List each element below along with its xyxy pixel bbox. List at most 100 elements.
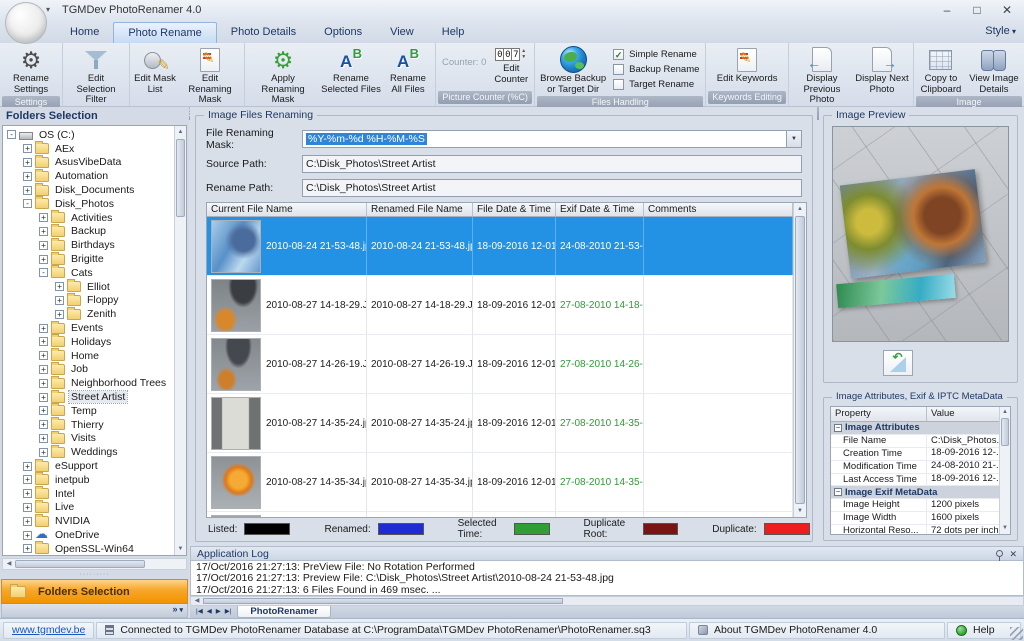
tree-item[interactable]: + NVIDIA (3, 514, 174, 528)
expand-toggle-icon[interactable]: + (39, 420, 48, 429)
scrollbar-thumb[interactable] (1001, 418, 1009, 446)
pin-icon[interactable] (996, 550, 1003, 557)
maximize-button[interactable] (962, 0, 992, 20)
scrollbar-thumb[interactable] (15, 560, 145, 568)
tree-item[interactable]: + Neighborhood Trees (3, 376, 174, 390)
expand-toggle-icon[interactable]: + (39, 337, 48, 346)
table-row[interactable]: 2010-08-24 21-53-48.jpg 2010-08-24 21-53… (207, 217, 793, 276)
tree-item[interactable]: + Visits (3, 432, 174, 446)
tree-item[interactable]: + Holidays (3, 335, 174, 349)
log-horizontal-scrollbar[interactable]: ◀ ▶ (190, 596, 1024, 606)
expand-toggle-icon[interactable]: + (39, 241, 48, 250)
last-tab-icon[interactable] (225, 607, 232, 617)
tree-item[interactable]: + inetpub (3, 473, 174, 487)
quick-access-arrow-icon[interactable]: ▾ (46, 5, 50, 14)
ribbon-tab[interactable]: Photo Details (217, 22, 310, 43)
folders-selection-bar[interactable]: Folders Selection (1, 579, 188, 604)
metadata-row[interactable]: Image Height 1200 pixels (831, 499, 999, 512)
tree-item[interactable]: + Backup (3, 225, 174, 239)
expand-toggle-icon[interactable]: + (39, 448, 48, 457)
expand-toggle-icon[interactable]: + (39, 406, 48, 415)
ribbon-tab[interactable]: Home (56, 22, 113, 43)
tree-item[interactable]: + Disk_Documents (3, 183, 174, 197)
metadata-row[interactable]: Image Width 1600 pixels (831, 512, 999, 525)
combobox-dropdown-icon[interactable]: ▼ (786, 131, 801, 147)
copy-to-clipboard-button[interactable]: Copy to Clipboard (916, 45, 966, 96)
rename-mode-checkbox[interactable]: ✓ Simple Rename (613, 49, 699, 60)
next-tab-icon[interactable] (216, 607, 221, 617)
table-row[interactable]: 2010-08-27 14-35-34.jpg 2010-08-27 14-35… (207, 453, 793, 512)
rename-path-field[interactable]: C:\Disk_Photos\Street Artist (302, 179, 802, 197)
expand-toggle-icon[interactable]: - (39, 268, 48, 277)
expand-toggle-icon[interactable]: - (23, 199, 32, 208)
tree-item[interactable]: + AsusVibeData (3, 156, 174, 170)
metadata-row[interactable]: File Name C:\Disk_Photos... (831, 435, 999, 448)
ribbon-tab[interactable]: Photo Rename (113, 22, 216, 43)
scroll-up-icon[interactable]: ▲ (1000, 407, 1010, 418)
scrollbar-thumb[interactable] (795, 216, 805, 504)
column-header[interactable]: File Date & Time (473, 203, 556, 216)
tree-item[interactable]: + Brigitte (3, 252, 174, 266)
tab-photorenamer[interactable]: PhotoRenamer (237, 606, 331, 618)
rotate-left-button[interactable] (883, 350, 913, 376)
rename-all-files-button[interactable]: Rename All Files (383, 45, 433, 96)
website-link[interactable]: www.tgmdev.be (12, 623, 85, 638)
scrollbar-thumb[interactable] (203, 598, 563, 604)
scroll-down-icon[interactable]: ▼ (175, 543, 186, 555)
counter-spin-icon[interactable]: ▲▼ (521, 48, 526, 60)
edit-keywords-button[interactable]: Edit Keywords (714, 45, 780, 86)
tree-item[interactable]: + Elliot (3, 280, 174, 294)
scroll-up-icon[interactable]: ▲ (794, 203, 806, 215)
chevrons-more-icon[interactable]: » (173, 604, 183, 614)
first-tab-icon[interactable] (196, 607, 203, 617)
expand-toggle-icon[interactable]: - (7, 130, 16, 139)
ribbon-tab[interactable]: Options (310, 22, 376, 43)
metadata-scrollbar[interactable]: ▲ ▼ (999, 407, 1010, 534)
view-image-details-button[interactable]: View Image Details (966, 45, 1022, 96)
column-header[interactable]: Current File Name (207, 203, 367, 216)
display-previous-photo-button[interactable]: ← Display Previous Photo (791, 45, 853, 107)
browse-backup-button[interactable]: Browse Backup or Target Dir (537, 45, 609, 96)
scroll-down-icon[interactable]: ▼ (794, 505, 806, 517)
tree-item[interactable]: + Floppy (3, 294, 174, 308)
previous-tab-icon[interactable] (207, 607, 212, 617)
panel-splitter-handle[interactable]: ········· (0, 572, 189, 579)
expand-toggle-icon[interactable]: + (23, 517, 32, 526)
table-row[interactable]: 2010-08-27 14-26-19.JPG 2010-08-27 14-26… (207, 335, 793, 394)
edit-renaming-mask-button[interactable]: Edit Renaming Mask (178, 45, 242, 107)
tree-item[interactable]: + Intel (3, 487, 174, 501)
about-button[interactable]: About TGMDev PhotoRenamer 4.0 (689, 622, 945, 639)
tree-item[interactable]: + AEx (3, 142, 174, 156)
column-header[interactable]: Property (831, 407, 927, 421)
expand-toggle-icon[interactable]: + (23, 158, 32, 167)
scroll-down-icon[interactable]: ▼ (1000, 523, 1010, 534)
tree-item[interactable]: + Temp (3, 404, 174, 418)
expand-toggle-icon[interactable]: + (39, 365, 48, 374)
tree-item[interactable]: + eSupport (3, 459, 174, 473)
display-next-photo-button[interactable]: → Display Next Photo (853, 45, 911, 96)
table-vertical-scrollbar[interactable]: ▲ ▼ (793, 203, 806, 517)
column-header[interactable]: Exif Date & Time (556, 203, 644, 216)
close-button[interactable] (992, 0, 1022, 20)
tree-item[interactable]: + Birthdays (3, 238, 174, 252)
tree-item[interactable]: + OneDrive (3, 528, 174, 542)
metadata-row[interactable]: Image Exif MetaData (831, 486, 999, 499)
tree-item[interactable]: + Thierry (3, 418, 174, 432)
tree-item[interactable]: + Activities (3, 211, 174, 225)
tree-item[interactable]: - Disk_Photos (3, 197, 174, 211)
expand-toggle-icon[interactable]: + (23, 144, 32, 153)
tree-item[interactable]: + Job (3, 363, 174, 377)
expand-toggle-icon[interactable]: + (55, 310, 64, 319)
close-icon[interactable]: ✕ (1009, 549, 1017, 559)
expand-toggle-icon[interactable]: + (23, 503, 32, 512)
tree-item[interactable]: - OS (C:) (3, 128, 174, 142)
tree-item[interactable]: + Automation (3, 169, 174, 183)
scroll-up-icon[interactable]: ▲ (175, 126, 186, 138)
expand-toggle-icon[interactable]: + (39, 227, 48, 236)
table-row[interactable] (207, 512, 793, 517)
column-header[interactable]: Comments (644, 203, 793, 216)
rename-settings-button[interactable]: ⚙ Rename Settings (2, 45, 60, 96)
scroll-left-icon[interactable]: ◀ (191, 597, 203, 605)
expand-toggle-icon[interactable]: + (23, 531, 32, 540)
expand-toggle-icon[interactable]: + (39, 379, 48, 388)
